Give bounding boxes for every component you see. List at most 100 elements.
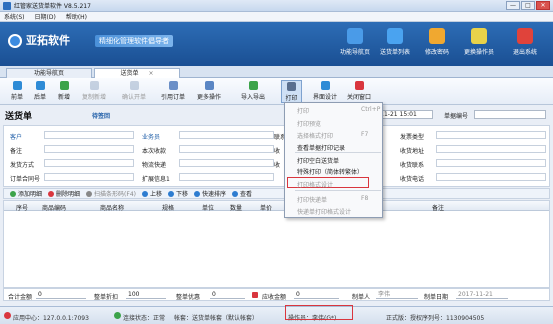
detail-grid[interactable]: 序号 商品编码 商品名称 规格 单位 数量 单价 备注: [3, 200, 550, 288]
menu-system[interactable]: 系统(S): [4, 12, 25, 21]
tab-bar: 功能导航页 送货单 ×: [0, 66, 553, 78]
menu-item-express-format-design[interactable]: 快递单打印格式设计: [297, 207, 351, 216]
minimize-button[interactable]: —: [506, 1, 520, 10]
logistics-company-field[interactable]: [179, 159, 274, 167]
print-dropdown-menu: 打印 Ctrl+P 打印预览 选择格式打印 F7 查看单据打印记录 打印空白送货…: [284, 102, 383, 218]
new-label: 新增: [57, 94, 70, 101]
delete-row-icon: [48, 190, 55, 197]
menu-help[interactable]: 帮助(H): [66, 12, 87, 21]
receipt-type-field[interactable]: [436, 131, 546, 139]
total-amount-label: 合计金额: [8, 294, 33, 301]
operator-highlight: [285, 305, 353, 320]
menu-separator: [295, 152, 381, 153]
delivery-address-label: 收货地址: [400, 148, 425, 155]
menu-item-select-format-print[interactable]: 选择格式打印 F7: [297, 131, 368, 140]
change-password-button[interactable]: 修改密码: [417, 26, 457, 64]
quick-sort-label: 快速排序: [202, 191, 227, 198]
quick-sort-button[interactable]: 快速排序: [194, 189, 226, 198]
view-button[interactable]: 查看: [232, 189, 252, 198]
col-name[interactable]: 商品名称: [100, 203, 124, 212]
reference-order-button[interactable]: 引用订单: [158, 80, 188, 103]
list-monitor-icon: [387, 28, 403, 44]
order-discount-label: 整单折扣: [94, 294, 119, 301]
new-button[interactable]: 新增: [55, 80, 73, 103]
close-button[interactable]: ✕: [536, 1, 550, 10]
menu-item-print-express-shortcut: F8: [361, 195, 369, 202]
more-actions-button[interactable]: 更多操作: [194, 80, 224, 103]
menu-item-print-express[interactable]: 打印快递单 F8: [297, 195, 368, 204]
menu-item-print-preview[interactable]: 打印预览: [297, 119, 321, 128]
prev-doc-button[interactable]: 前单: [8, 80, 26, 103]
maximize-button[interactable]: □: [521, 1, 535, 10]
tab-nav-home-label: 功能导航页: [33, 70, 64, 77]
tab-delivery-note[interactable]: 送货单 ×: [94, 68, 180, 78]
col-price[interactable]: 单价: [260, 203, 272, 212]
close-window-label: 关闭窗口: [346, 94, 371, 101]
receivable-col-label: 收: [274, 148, 281, 155]
next-doc-button[interactable]: 后单: [31, 80, 49, 103]
import-export-button[interactable]: 导入导出: [238, 80, 268, 103]
totals-bar: 合计金额 0 整单折扣 100 整单优惠 0 应收金额 0 制单人 李伟 制单日…: [3, 288, 550, 301]
menu-item-print[interactable]: 打印 Ctrl+P: [297, 106, 380, 115]
order-discount-field[interactable]: 100: [126, 291, 166, 299]
print-button[interactable]: 打印: [281, 80, 302, 103]
col-spec[interactable]: 规格: [162, 203, 174, 212]
customer-field[interactable]: [44, 131, 134, 139]
close-window-button[interactable]: 关闭窗口: [344, 80, 374, 103]
receiver-phone-label: 收货电话: [400, 176, 425, 183]
col-note[interactable]: 备注: [432, 203, 444, 212]
delivery-address-field[interactable]: [436, 145, 546, 153]
order-offer-field[interactable]: 0: [210, 291, 245, 299]
view-icon: [232, 190, 239, 197]
maker-label: 制单人: [352, 294, 371, 301]
menu-item-special-print[interactable]: 特殊打印（简体转繁体）: [297, 167, 363, 176]
edition-status: 正式版：授权序列号：1130904505: [386, 315, 485, 322]
col-seq[interactable]: 序号: [16, 203, 28, 212]
current-receivable-field[interactable]: [179, 145, 274, 153]
doc-no-field[interactable]: [474, 110, 546, 119]
add-row-button[interactable]: 添加明细: [10, 189, 42, 198]
connection-icon: [114, 312, 121, 319]
switch-operator-button[interactable]: 更换操作员: [459, 26, 499, 64]
tab-nav-home[interactable]: 功能导航页: [6, 68, 92, 78]
col-code[interactable]: 商品编码: [42, 203, 66, 212]
sort-icon: [194, 190, 201, 197]
menu-item-print-format-design[interactable]: 打印格式设计: [297, 180, 333, 189]
receivable-value: 0: [294, 291, 339, 299]
extend-info-field[interactable]: [179, 173, 274, 181]
logistics-company-label: 物流快递: [142, 162, 167, 169]
print-label: 打印: [285, 95, 298, 102]
delivery-list-button[interactable]: 送货单列表: [375, 26, 415, 64]
brand-slogan: 精细化管理软件倡导者: [95, 35, 173, 47]
shipping-method-field[interactable]: [44, 159, 134, 167]
note-field[interactable]: [44, 145, 134, 153]
grid-toolbar: 添加明细 删除明细 扫描条形码(F4) 上移 下移 快速排序 查看: [3, 188, 550, 199]
col-qty[interactable]: 数量: [230, 203, 242, 212]
order-contract-no-field[interactable]: [44, 173, 134, 181]
copy-new-button[interactable]: 复制新增: [80, 80, 108, 103]
col-unit[interactable]: 单位: [202, 203, 214, 212]
tab-close-icon[interactable]: ×: [148, 70, 153, 77]
menu-item-print-history[interactable]: 查看单据打印记录: [297, 143, 345, 152]
ui-design-button[interactable]: 界面设计: [311, 80, 339, 103]
receivable-checkbox[interactable]: [252, 292, 258, 298]
status-bar: 应用中心：127.0.0.1:7093 连接状态：正常 帐套：送货单帐套（默认帐…: [0, 306, 553, 324]
move-down-button[interactable]: 下移: [168, 189, 188, 198]
move-up-button[interactable]: 上移: [141, 189, 162, 198]
copy-new-label: 复制新增: [81, 94, 106, 101]
salesman-field[interactable]: [179, 131, 274, 139]
exit-system-button[interactable]: 退出系统: [505, 26, 545, 64]
doc-time-field[interactable]: -11-21 15:01: [375, 110, 433, 119]
receiver-phone-field[interactable]: [436, 173, 546, 181]
confirm-order-button[interactable]: 确认开单: [120, 80, 148, 103]
doc-no-label: 单据编号: [444, 113, 469, 120]
nav-home-button[interactable]: 功能导航页: [335, 26, 375, 64]
menu-date[interactable]: 日期(D): [35, 12, 56, 21]
delete-row-button[interactable]: 删除明细: [48, 189, 80, 198]
scan-barcode-button[interactable]: 扫描条形码(F4): [86, 189, 136, 198]
copy-icon: [89, 81, 99, 90]
receiver-contact-field[interactable]: [436, 159, 546, 167]
menu-item-print-blank[interactable]: 打印空白送货单: [297, 156, 339, 165]
note-label: 备注: [10, 148, 23, 155]
reference-order-label: 引用订单: [160, 94, 185, 101]
